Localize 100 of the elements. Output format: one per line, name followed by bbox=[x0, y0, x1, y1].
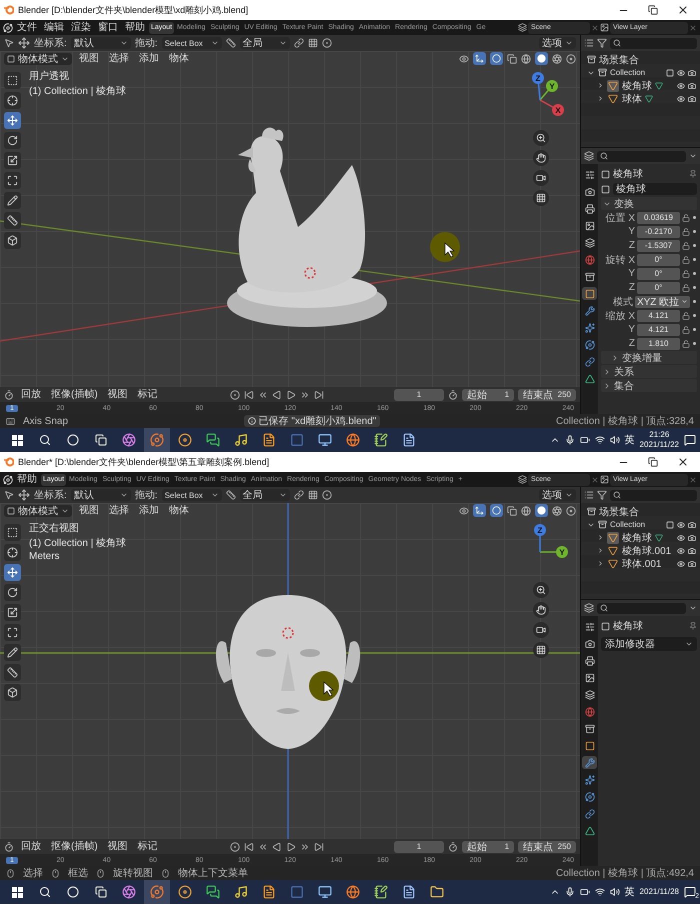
clock-date: 2021/11/22 bbox=[640, 440, 679, 450]
number-field[interactable]: 0.03619 bbox=[637, 212, 680, 224]
current-frame-field[interactable]: 1 bbox=[394, 388, 444, 400]
menu-item[interactable]: 帮助 bbox=[14, 472, 40, 487]
property-label: 位置 X bbox=[604, 212, 635, 224]
playback-menu[interactable]: 回放 bbox=[18, 839, 44, 854]
viewport-menu-item[interactable]: 物体 bbox=[166, 503, 192, 518]
outliner-item[interactable]: 场景集合 bbox=[599, 52, 639, 66]
mode-dropdown[interactable]: XYZ 欧拉 bbox=[634, 296, 690, 308]
drag-dropdown[interactable]: Select Box bbox=[162, 489, 222, 501]
outliner-item[interactable]: 球体.001 bbox=[622, 556, 662, 570]
marker-menu[interactable]: 标记 bbox=[134, 839, 161, 854]
property-label: Y bbox=[627, 226, 635, 237]
input-method-indicator[interactable]: 英 bbox=[624, 433, 635, 447]
property-label: 模式 bbox=[612, 296, 633, 308]
input-method-indicator[interactable]: 英 bbox=[624, 885, 635, 899]
pivot-dropdown[interactable]: 全局 bbox=[240, 489, 290, 501]
outliner-item[interactable]: 棱角球.001 bbox=[622, 544, 672, 558]
scene-statistics: Collection | 棱角球 | 顶点:492,4 bbox=[556, 866, 694, 880]
viewport-menu-item[interactable]: 物体 bbox=[166, 51, 192, 66]
number-field[interactable]: 0° bbox=[637, 268, 680, 280]
viewport-menu-item[interactable]: 添加 bbox=[136, 503, 162, 518]
outliner-item[interactable]: 球体 bbox=[622, 92, 642, 106]
gizmo-axis-handle[interactable]: Z bbox=[534, 524, 546, 552]
view-menu[interactable]: 视图 bbox=[104, 839, 131, 854]
viewport-menu-item[interactable]: 视图 bbox=[76, 51, 102, 66]
playback-menu[interactable]: 回放 bbox=[18, 387, 44, 402]
orientation-label: 坐标系: bbox=[34, 36, 67, 50]
number-field[interactable]: 0° bbox=[637, 282, 680, 294]
keying-menu[interactable]: 抠像(插帧) bbox=[48, 839, 101, 854]
number-field[interactable]: -1.5307 bbox=[637, 240, 680, 252]
drag-label: 拖动: bbox=[134, 36, 158, 50]
panel-header[interactable]: 变换 bbox=[601, 197, 697, 210]
number-field[interactable]: 4.121 bbox=[637, 310, 680, 322]
window-title: Blender [D:\blender文件夹\blender模型\xd雕刻小鸡.blend] bbox=[18, 4, 250, 16]
view-menu[interactable]: 视图 bbox=[104, 387, 131, 402]
options-dropdown[interactable]: 选项 bbox=[539, 489, 576, 501]
viewport[interactable]: 物体模式 视图 选择 添加 物体 正交右视图 (1) Collection | 棱角球 Meters Y Z bbox=[0, 503, 580, 839]
clock-time: 21:26 bbox=[649, 430, 670, 440]
menu-item[interactable]: 文件 bbox=[14, 20, 40, 35]
object-name: 棱角球 bbox=[613, 620, 644, 633]
pivot-dropdown[interactable]: 全局 bbox=[240, 37, 290, 49]
outliner-item[interactable]: Collection bbox=[610, 68, 646, 77]
scene-statistics: Collection | 棱角球 | 顶点:328,4 bbox=[556, 414, 694, 428]
start-frame-field[interactable]: 起始 1 bbox=[462, 388, 514, 400]
number-field[interactable]: 0° bbox=[637, 254, 680, 266]
orientation-dropdown[interactable]: 默认 bbox=[70, 489, 131, 501]
status-hint: 物体上下文菜单 bbox=[178, 866, 248, 880]
menu-item[interactable]: 编辑 bbox=[41, 20, 67, 35]
orientation-label: 坐标系: bbox=[34, 488, 67, 502]
start-frame-field[interactable]: 起始 1 bbox=[462, 840, 514, 852]
gizmo-axis-handle[interactable]: Z bbox=[532, 72, 544, 100]
object-name-field[interactable]: 棱角球 bbox=[613, 183, 697, 195]
mode-dropdown[interactable]: 物体模式 bbox=[4, 52, 72, 64]
viewport-menu-item[interactable]: 视图 bbox=[76, 503, 102, 518]
outliner-item[interactable]: 场景集合 bbox=[599, 504, 639, 518]
status-hint: 框选 bbox=[68, 866, 88, 880]
end-frame-field[interactable]: 结束点 250 bbox=[518, 840, 576, 852]
viewport-info-text: (1) Collection | 棱角球 bbox=[29, 84, 126, 98]
end-frame-field[interactable]: 结束点 250 bbox=[518, 388, 576, 400]
property-label: Y bbox=[627, 268, 635, 279]
viewport-info-text: Meters bbox=[29, 551, 60, 562]
window-title: Blender* [D:\blender文件夹\blender模型\第五章雕刻案例.blend] bbox=[18, 456, 270, 468]
menu-item[interactable]: 窗口 bbox=[95, 20, 121, 35]
mode-dropdown[interactable]: 物体模式 bbox=[4, 504, 72, 516]
viewport-menu-item[interactable]: 添加 bbox=[136, 51, 162, 66]
saved-notice: 已保存 "xd雕刻小鸡.blend" bbox=[244, 415, 380, 427]
object-name: 棱角球 bbox=[613, 168, 644, 181]
menu-item[interactable]: 帮助 bbox=[122, 20, 148, 35]
number-field[interactable]: -0.2170 bbox=[637, 226, 680, 238]
viewport-menu-item[interactable]: 选择 bbox=[106, 503, 132, 518]
outliner-item[interactable]: Collection bbox=[610, 520, 646, 529]
keying-menu[interactable]: 抠像(插帧) bbox=[48, 387, 101, 402]
viewport-menu-item[interactable]: 选择 bbox=[106, 51, 132, 66]
menu-item[interactable]: 渲染 bbox=[68, 20, 94, 35]
panel-header[interactable]: 集合 bbox=[601, 379, 697, 392]
outliner-item[interactable]: 棱角球 bbox=[622, 530, 652, 544]
number-field[interactable]: 4.121 bbox=[637, 324, 680, 336]
options-dropdown[interactable]: 选项 bbox=[539, 37, 576, 49]
drag-dropdown[interactable]: Select Box bbox=[162, 37, 222, 49]
outliner-item[interactable]: 棱角球 bbox=[622, 78, 652, 92]
current-frame-field[interactable]: 1 bbox=[394, 840, 444, 852]
viewport-info-text: (1) Collection | 棱角球 bbox=[29, 536, 126, 550]
add-modifier-dropdown[interactable]: 添加修改器 bbox=[601, 637, 697, 651]
orientation-dropdown[interactable]: 默认 bbox=[70, 37, 131, 49]
panel-header[interactable]: 关系 bbox=[601, 365, 697, 378]
marker-menu[interactable]: 标记 bbox=[134, 387, 161, 402]
number-field[interactable]: 1.810 bbox=[637, 338, 680, 350]
viewport-info-text: 正交右视图 bbox=[29, 522, 79, 535]
gizmo-axis-handle[interactable]: Y bbox=[540, 546, 568, 558]
property-label: Y bbox=[627, 324, 635, 335]
property-label: Z bbox=[628, 282, 635, 293]
status-hint: Axis Snap bbox=[23, 416, 68, 426]
drag-label: 拖动: bbox=[134, 488, 158, 502]
property-label: Z bbox=[628, 338, 635, 349]
gizmo-axis-handle[interactable]: Y bbox=[539, 80, 558, 100]
gizmo-axis-handle[interactable]: X bbox=[540, 99, 564, 116]
panel-header[interactable]: 变换增量 bbox=[601, 351, 697, 364]
viewport[interactable]: 物体模式 视图 选择 添加 物体 用户透视 (1) Collection | 棱角球 X Y Z bbox=[0, 51, 580, 387]
property-label: 缩放 X bbox=[604, 310, 635, 322]
